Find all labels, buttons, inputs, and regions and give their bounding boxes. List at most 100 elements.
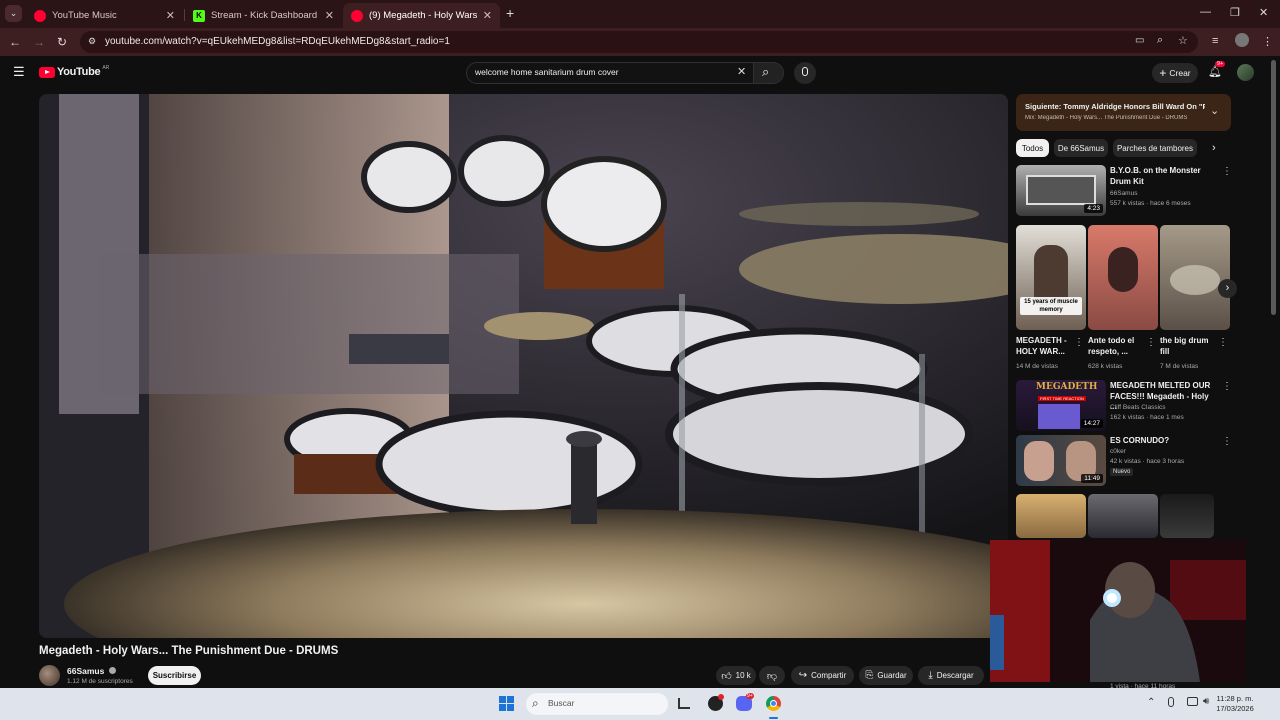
like-button[interactable]: 👍︎ 10 k — [716, 666, 756, 685]
search-input[interactable]: welcome home sanitarium drum cover ✕ — [466, 62, 754, 84]
site-info-icon[interactable]: ⚙ — [88, 36, 96, 47]
tab-youtube-music[interactable]: YouTube Music ✕ — [26, 3, 183, 28]
taskbar-search[interactable]: ⌕ Buscar — [526, 693, 668, 715]
short-title[interactable]: Ante todo el respeto, ... — [1088, 336, 1144, 357]
forward-icon[interactable]: → — [33, 35, 45, 49]
channel-avatar[interactable] — [39, 665, 60, 686]
new-badge: Nuevo — [1110, 468, 1134, 476]
more-options-icon[interactable]: ⋮ — [1146, 337, 1156, 348]
video-thumbnail[interactable]: 11:49 — [1016, 435, 1106, 486]
minimize-icon[interactable]: — — [1200, 6, 1211, 18]
video-thumbnail[interactable]: MEGADETH FIRST TIME REACTION 14:27 — [1016, 380, 1106, 431]
short-title[interactable]: MEGADETH - HOLY WAR... — [1016, 336, 1072, 357]
more-options-icon[interactable]: ⋮ — [1222, 381, 1232, 392]
tab-youtube-video[interactable]: (9) Megadeth - Holy Wars... Th ✕ — [343, 3, 500, 28]
video-channel[interactable]: c0ker — [1110, 447, 1126, 456]
video-channel[interactable]: 66Samus — [1110, 189, 1137, 198]
browser-menu-icon[interactable]: ⋮ — [1262, 35, 1273, 48]
clock-date: 17/03/2026 — [1216, 704, 1254, 713]
app-badge — [718, 694, 724, 700]
page-scrollbar[interactable] — [1271, 60, 1276, 315]
windows-taskbar: ⌕ Buscar 9+ ⌃ 🔊︎ 11:28 p. m. 17/03/2026 — [0, 688, 1280, 720]
video-duration: 14:27 — [1080, 419, 1103, 428]
save-button[interactable]: ⎘ Guardar — [859, 666, 913, 685]
volume-icon[interactable]: 🔊︎ — [1203, 696, 1209, 707]
more-options-icon[interactable]: ⋮ — [1222, 436, 1232, 447]
voice-search-button[interactable] — [794, 62, 816, 84]
video-thumbnail[interactable] — [1088, 494, 1158, 538]
chip-parches[interactable]: Parches de tambores — [1113, 139, 1197, 157]
chevron-right-icon[interactable]: › — [1212, 142, 1216, 154]
video-thumbnail[interactable]: 4:23 — [1016, 165, 1106, 216]
chip-label: Todos — [1021, 143, 1044, 153]
tab-kick-dashboard[interactable]: K Stream - Kick Dashboard ✕ — [185, 3, 342, 28]
logo-region: AR — [102, 65, 110, 71]
youtube-logo[interactable]: YouTube AR — [39, 65, 110, 78]
network-icon[interactable] — [1187, 697, 1198, 706]
more-options-icon[interactable]: ⋮ — [1074, 337, 1084, 348]
address-bar[interactable]: ⚙ youtube.com/watch?v=qEUkehMEDg8&list=R… — [80, 31, 1198, 53]
short-views: 628 k vistas — [1088, 363, 1123, 370]
chevron-down-icon[interactable]: ⌄ — [1210, 104, 1219, 117]
bookmark-star-icon[interactable]: ☆ — [1178, 34, 1188, 47]
youtube-logo-text: YouTube — [57, 66, 101, 78]
dislike-button[interactable]: 👎︎ — [759, 666, 785, 685]
share-icon: ↪ — [798, 670, 808, 681]
video-duration: 11:49 — [1081, 474, 1103, 483]
cast-icon[interactable]: ▭ — [1135, 35, 1144, 46]
restore-icon[interactable]: ❐ — [1230, 6, 1240, 19]
tab-search-icon[interactable]: ⌄ — [5, 5, 22, 22]
task-view-icon[interactable] — [678, 698, 690, 709]
up-next-panel[interactable]: Siguiente: Tommy Aldridge Honors Bill Wa… — [1016, 94, 1231, 131]
more-options-icon[interactable]: ⋮ — [1222, 166, 1232, 177]
youtube-play-icon — [39, 66, 55, 78]
reload-icon[interactable]: ↻ — [57, 35, 67, 49]
short-thumbnail[interactable] — [1160, 225, 1230, 330]
taskbar-search-placeholder: Buscar — [548, 698, 575, 708]
clear-search-icon[interactable]: ✕ — [737, 65, 746, 78]
short-thumbnail[interactable]: 15 years of muscle memory — [1016, 225, 1086, 330]
chevron-up-icon[interactable]: ⌃ — [1147, 697, 1155, 708]
download-icon: ⤓ — [928, 670, 933, 681]
shorts-next-button[interactable]: › — [1218, 279, 1237, 298]
video-player[interactable] — [39, 94, 1008, 638]
windows-start-icon[interactable] — [499, 696, 514, 711]
chip-label: Parches de tambores — [1116, 143, 1194, 153]
chip-de-66samus[interactable]: De 66Samus — [1054, 139, 1108, 157]
close-icon[interactable]: ✕ — [166, 9, 175, 22]
thumbs-down-icon: 👎︎ — [766, 670, 778, 682]
microphone-icon[interactable] — [1168, 697, 1174, 707]
short-thumbnail[interactable] — [1088, 225, 1158, 330]
video-title[interactable]: B.Y.O.B. on the Monster Drum Kit — [1110, 166, 1215, 187]
video-thumbnail[interactable] — [1016, 494, 1086, 538]
channel-name[interactable]: 66Samus — [67, 666, 116, 676]
video-title[interactable]: ES CORNUDO? — [1110, 436, 1215, 447]
subscribe-button[interactable]: Suscribirse — [148, 666, 201, 685]
chip-label: De 66Samus — [1057, 143, 1105, 153]
url-text: youtube.com/watch?v=qEUkehMEDg8&list=RDq… — [105, 36, 450, 47]
menu-icon[interactable]: ☰ — [13, 64, 25, 80]
more-options-icon[interactable]: ⋮ — [1218, 337, 1228, 348]
chrome-icon[interactable] — [766, 696, 781, 711]
chip-todos[interactable]: Todos — [1016, 139, 1049, 157]
close-window-icon[interactable]: ✕ — [1259, 6, 1268, 19]
video-meta: 42 k vistas · hace 3 horas — [1110, 458, 1185, 465]
download-button[interactable]: ⤓ Descargar — [918, 666, 984, 685]
zoom-icon[interactable]: ⌕ — [1157, 34, 1163, 47]
avatar[interactable] — [1237, 64, 1254, 81]
search-icon: ⌕ — [762, 64, 770, 79]
system-clock[interactable]: 11:28 p. m. 17/03/2026 — [1210, 694, 1260, 714]
back-icon[interactable]: ← — [9, 35, 21, 49]
create-button[interactable]: + Crear — [1152, 63, 1198, 83]
short-title[interactable]: the big drum fill — [1160, 336, 1216, 357]
video-frame — [39, 94, 1008, 638]
reading-list-icon[interactable]: ≡ — [1212, 35, 1218, 47]
search-button[interactable]: ⌕ — [754, 62, 784, 84]
video-thumbnail[interactable] — [1160, 494, 1214, 538]
profile-icon[interactable] — [1235, 33, 1249, 47]
share-button[interactable]: ↪ Compartir — [791, 666, 854, 685]
close-icon[interactable]: ✕ — [483, 9, 492, 22]
new-tab-button[interactable]: + — [506, 5, 514, 21]
close-icon[interactable]: ✕ — [325, 9, 334, 22]
video-channel[interactable]: Cliff Beats Classics — [1110, 403, 1166, 412]
